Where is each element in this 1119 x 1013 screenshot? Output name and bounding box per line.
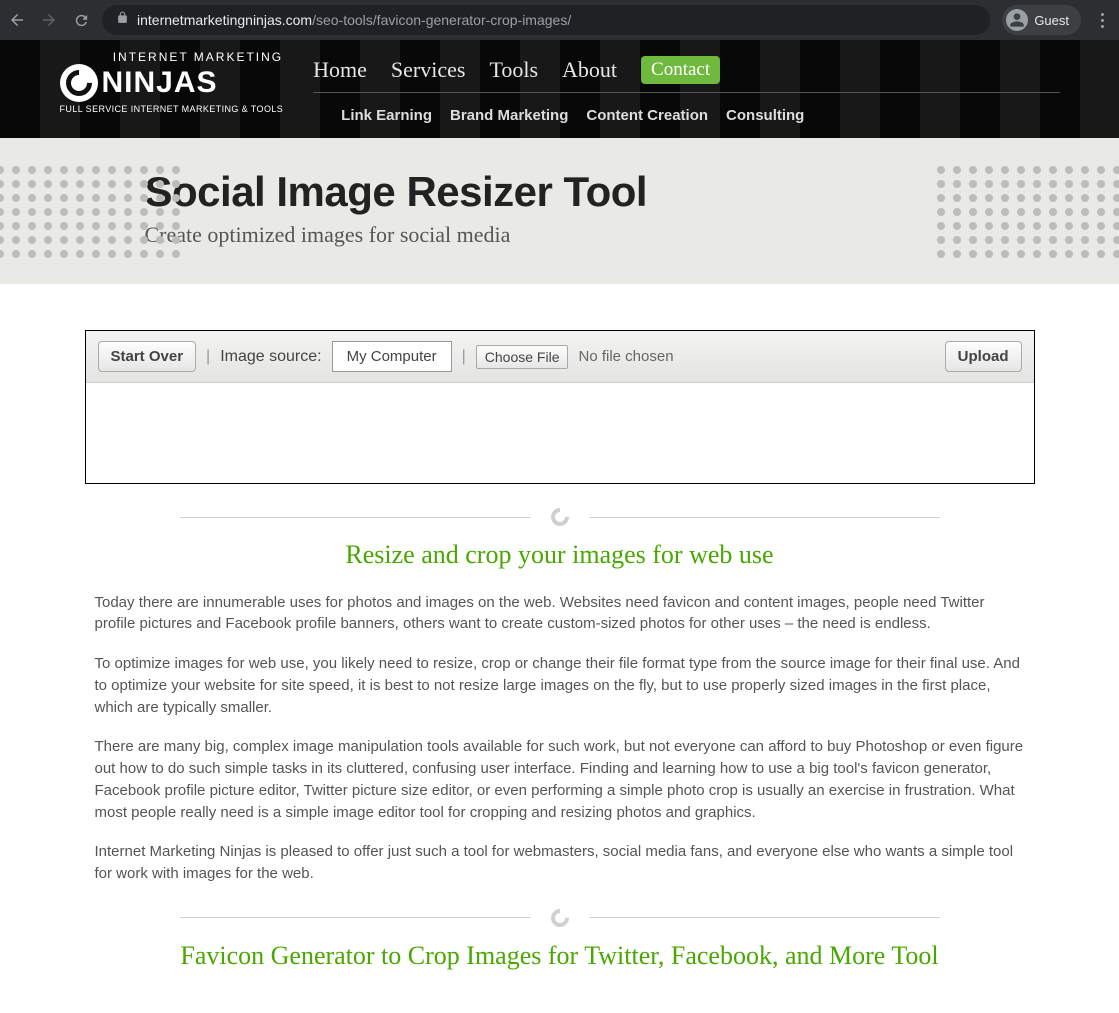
site-header: INTERNET MARKETING NINJAS FULL SERVICE I… (0, 40, 1119, 138)
section-divider (180, 909, 940, 927)
swirl-icon (547, 504, 572, 529)
profile-button[interactable]: Guest (1002, 5, 1081, 35)
tool-toolbar: Start Over | Image source: My Computer |… (86, 331, 1034, 383)
nav-home[interactable]: Home (313, 57, 367, 83)
avatar-icon (1006, 9, 1028, 31)
nav-buttons (8, 11, 90, 29)
subnav-content-creation[interactable]: Content Creation (586, 107, 708, 124)
section-divider (180, 508, 940, 526)
choose-file-button[interactable]: Choose File (476, 345, 569, 369)
nav-about[interactable]: About (562, 57, 617, 83)
page-title: Social Image Resizer Tool (145, 168, 975, 216)
nav-services[interactable]: Services (391, 57, 466, 83)
file-status: No file chosen (578, 348, 673, 365)
address-bar[interactable]: internetmarketingninjas.com/seo-tools/fa… (102, 5, 990, 35)
logo[interactable]: INTERNET MARKETING NINJAS FULL SERVICE I… (60, 50, 284, 114)
tool-canvas (86, 383, 1034, 483)
subnav-link-earning[interactable]: Link Earning (341, 107, 432, 124)
swirl-icon (547, 905, 572, 930)
separator: | (462, 348, 466, 366)
section-heading-1: Resize and crop your images for web use (95, 536, 1025, 574)
article-body: Resize and crop your images for web use … (85, 536, 1035, 975)
browser-toolbar: internetmarketingninjas.com/seo-tools/fa… (0, 0, 1119, 40)
back-button[interactable] (8, 11, 26, 29)
decorative-dots-right (937, 166, 1119, 258)
paragraph: There are many big, complex image manipu… (95, 736, 1025, 823)
logo-swirl-icon (60, 64, 98, 102)
paragraph: Today there are innumerable uses for pho… (95, 592, 1025, 636)
logo-top-text: INTERNET MARKETING (60, 50, 284, 64)
url-text: internetmarketingninjas.com/seo-tools/fa… (137, 12, 571, 28)
hero: Social Image Resizer Tool Create optimiz… (0, 138, 1119, 284)
nav-tools[interactable]: Tools (489, 57, 538, 83)
start-over-button[interactable]: Start Over (98, 341, 197, 372)
reload-button[interactable] (72, 11, 90, 29)
page-subtitle: Create optimized images for social media (145, 222, 975, 248)
main-nav: Home Services Tools About Contact (313, 50, 1059, 93)
paragraph: To optimize images for web use, you like… (95, 653, 1025, 718)
nav-contact[interactable]: Contact (641, 56, 720, 84)
upload-button[interactable]: Upload (945, 341, 1022, 372)
decorative-dots-left (0, 166, 182, 258)
lock-icon (116, 11, 129, 29)
tool-panel: Start Over | Image source: My Computer |… (85, 330, 1035, 484)
subnav-consulting[interactable]: Consulting (726, 107, 804, 124)
image-source-select[interactable]: My Computer (332, 341, 452, 372)
subnav-brand-marketing[interactable]: Brand Marketing (450, 107, 568, 124)
paragraph: Internet Marketing Ninjas is pleased to … (95, 841, 1025, 885)
section-heading-2: Favicon Generator to Crop Images for Twi… (95, 937, 1025, 975)
profile-label: Guest (1034, 13, 1069, 28)
menu-button[interactable] (1093, 13, 1111, 28)
forward-button[interactable] (40, 11, 58, 29)
sub-nav: Link Earning Brand Marketing Content Cre… (313, 93, 1059, 124)
image-source-label: Image source: (220, 348, 321, 366)
logo-sub-text: FULL SERVICE INTERNET MARKETING & TOOLS (60, 104, 284, 114)
logo-main-text: NINJAS (102, 66, 218, 100)
separator: | (206, 348, 210, 366)
